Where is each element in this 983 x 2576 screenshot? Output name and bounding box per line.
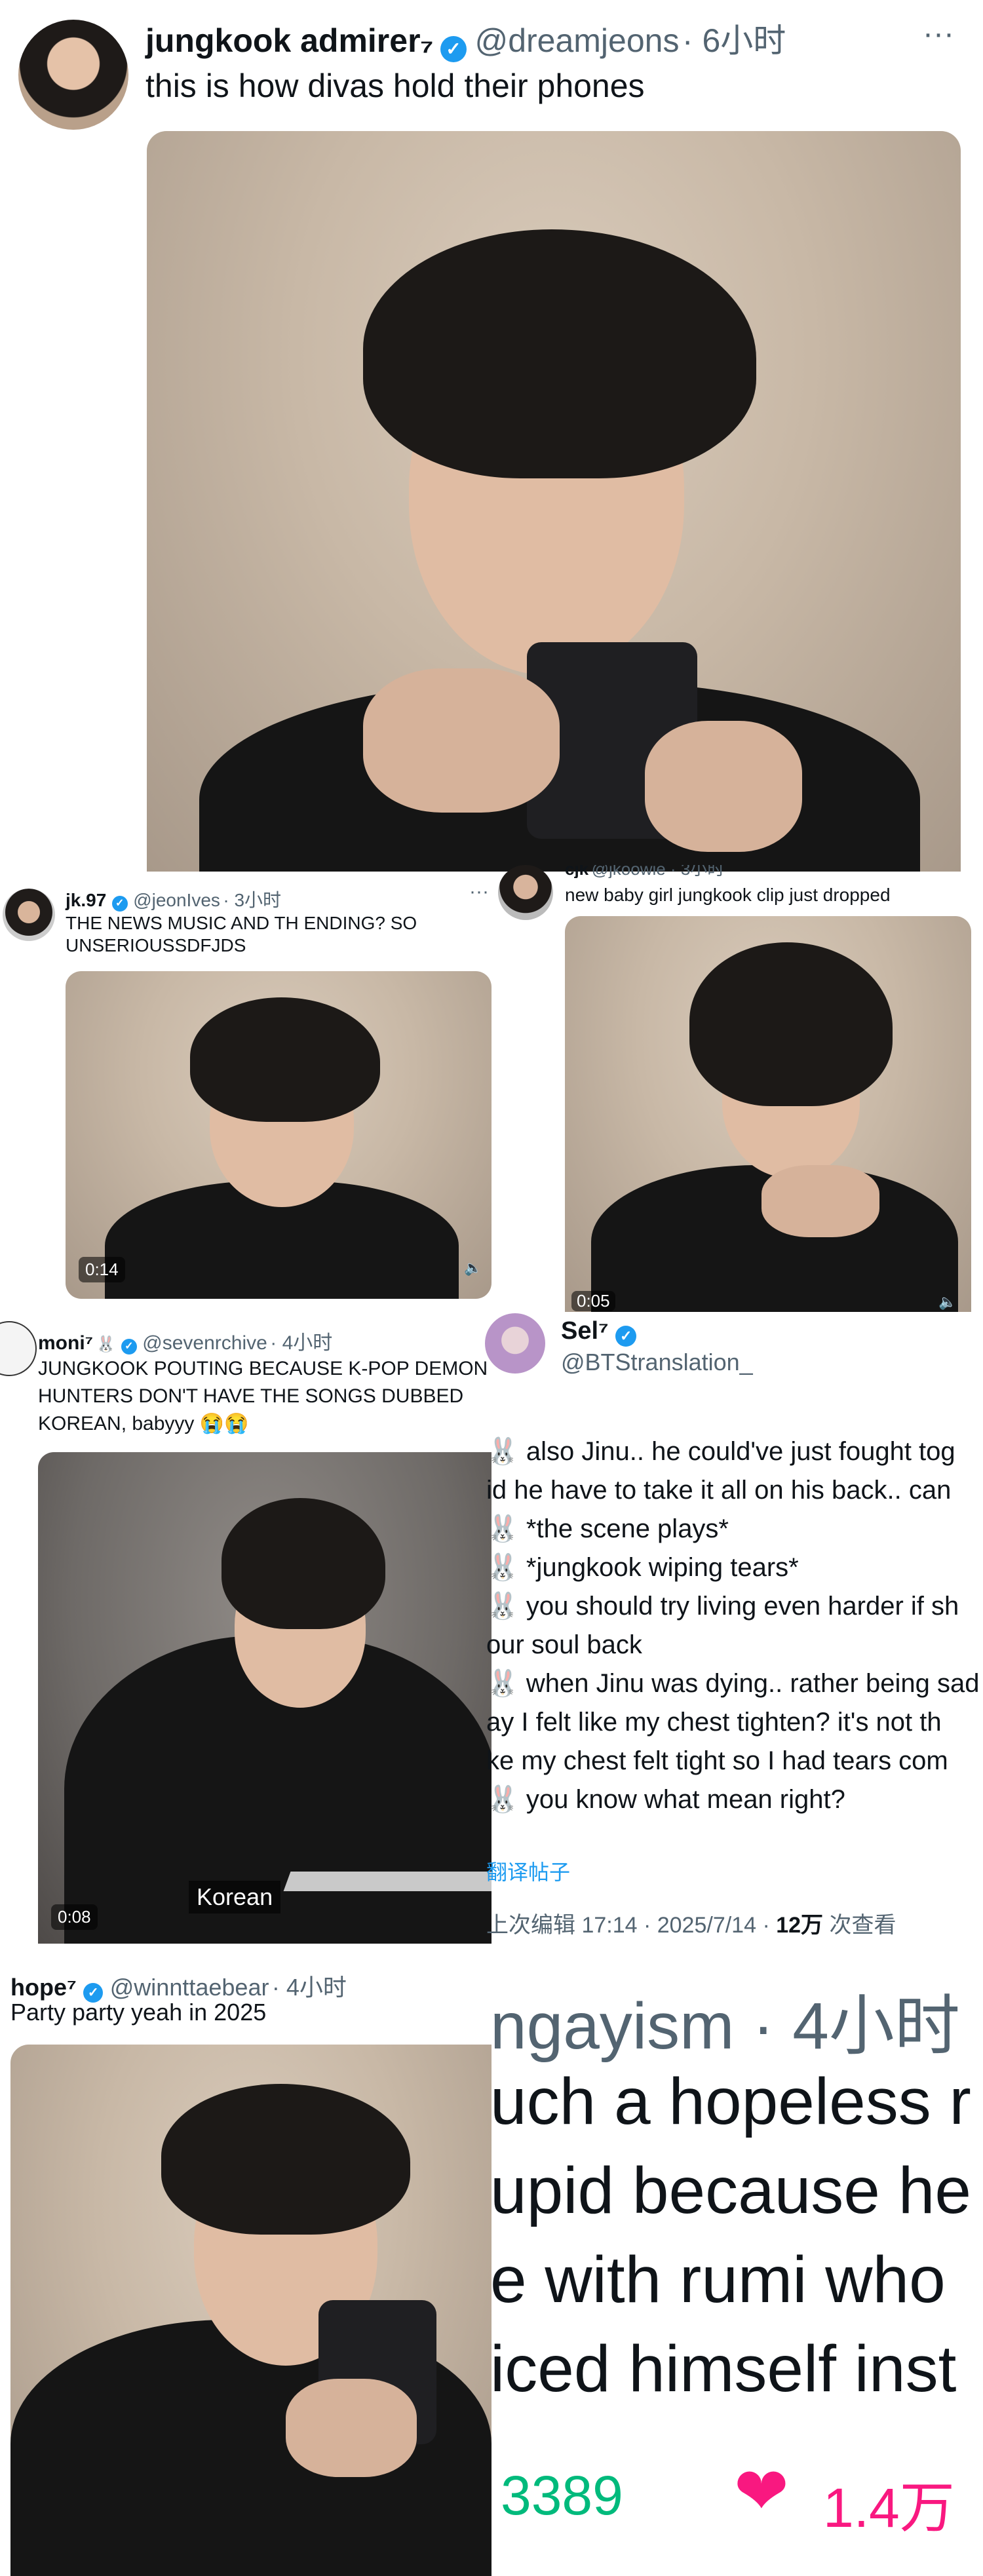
laptop — [283, 1872, 492, 1891]
timestamp[interactable]: · 4小时 — [270, 1332, 332, 1354]
handle[interactable]: @sevenrchive — [142, 1332, 267, 1354]
tweet-text-line: 🐰 when Jinu was dying.. rather being sad — [486, 1669, 980, 1698]
zoom-text-line: ngayism · 4小时 — [490, 1990, 960, 2063]
verified-badge-icon: ✓ — [440, 35, 467, 62]
tweet-text-line: ke my chest felt tight so I had tears co… — [486, 1746, 948, 1775]
display-name[interactable]: Sel⁷ — [561, 1317, 609, 1345]
tweet-header: jk.97 ✓ @jeonIves · 3小时 — [66, 886, 281, 912]
retweet-count[interactable]: 3389 — [501, 2464, 623, 2528]
video-duration: 0:08 — [51, 1904, 98, 1930]
avatar[interactable] — [498, 865, 553, 920]
tweet-text: 🐰 also Jinu.. he could've just fought to… — [486, 1432, 983, 1826]
handle[interactable]: @jkoowie · 3小时 — [592, 865, 725, 878]
tweet-text: this is how divas hold their phones — [145, 67, 645, 104]
tweet-video[interactable]: 0:14 🔈 — [66, 971, 492, 1299]
tweet-header: hope⁷ ✓ @winnttaebear · 4小时 — [10, 1969, 347, 2003]
tweet-photo[interactable] — [10, 2045, 492, 2576]
avatar[interactable] — [0, 1321, 37, 1376]
avatar[interactable] — [18, 20, 128, 130]
display-name[interactable]: jk.97 — [66, 890, 106, 910]
tweet-text-line: 🐰 *jungkook wiping tears* — [486, 1553, 799, 1582]
zoom-text-line: uch a hopeless r — [490, 2065, 971, 2138]
tweet-text-line: 🐰 also Jinu.. he could've just fought to… — [486, 1437, 955, 1466]
zoom-text-line: e with rumi who — [490, 2243, 946, 2316]
tweet-header: Sel⁷ ✓ — [561, 1317, 637, 1347]
timestamp[interactable]: · 4小时 — [272, 1974, 347, 2001]
display-name[interactable]: moni⁷ — [38, 1332, 93, 1354]
tweet-meta: 上次编辑 17:14 · 2025/7/14 · 12万 次查看 — [486, 1907, 896, 1939]
video-duration: 0:14 — [79, 1257, 125, 1282]
edit-timestamp[interactable]: 上次编辑 17:14 · 2025/7/14 · — [486, 1913, 776, 1938]
display-name[interactable]: cjk — [565, 865, 588, 878]
avatar[interactable] — [485, 1313, 545, 1374]
emoji: 🐰 — [96, 1336, 116, 1353]
avatar[interactable] — [3, 889, 55, 941]
heart-icon[interactable]: ❤ — [734, 2459, 789, 2524]
tweet-text-line: KOREAN, babyyy 😭😭 — [38, 1413, 249, 1434]
tweet-video[interactable]: 0:05 🔈 — [565, 916, 971, 1312]
tweet-text-line: id he have to take it all on his back.. … — [486, 1476, 952, 1505]
tweet-video[interactable]: Korean 0:08 — [38, 1452, 492, 1944]
tweet-header: moni⁷ 🐰 ✓ @sevenrchive · 4小时 — [38, 1326, 332, 1355]
tweet-text-line: 🐰 you know what mean right? — [486, 1785, 845, 1814]
tweet-photo[interactable] — [147, 131, 961, 872]
views-label: 次查看 — [823, 1913, 896, 1938]
tweet-text: THE NEWS MUSIC AND TH ENDING? SO UNSERIO… — [66, 913, 417, 955]
handle[interactable]: @dreamjeons — [474, 22, 679, 59]
handle[interactable]: @BTStranslation_ — [561, 1349, 753, 1376]
verified-badge-icon: ✓ — [615, 1325, 637, 1347]
video-caption: Korean — [189, 1881, 281, 1913]
zoom-text-line: upid because he — [490, 2154, 971, 2227]
like-count[interactable]: 1.4万 — [823, 2464, 955, 2543]
tweet-text: new baby girl jungkook clip just dropped — [565, 885, 891, 905]
zoom-text-line: iced himself inst — [490, 2332, 957, 2406]
timestamp[interactable]: · 6小时 — [682, 22, 786, 59]
tweet-header: jungkook admirer₇ ✓ @dreamjeons · 6小时 — [145, 14, 786, 62]
more-options-icon[interactable]: ··· — [469, 881, 489, 903]
views-count: 12万 — [776, 1913, 824, 1938]
tweet-text: JUNGKOOK POUTING BECAUSE K-POP DEMON HUN… — [38, 1355, 490, 1438]
tweet-text-line: ay I felt like my chest tighten? it's no… — [486, 1708, 942, 1737]
tweet-text-line: our soul back — [486, 1630, 642, 1659]
tweet-text-line: JUNGKOOK POUTING BECAUSE K-POP DEMON — [38, 1358, 488, 1379]
verified-badge-icon: ✓ — [111, 895, 128, 912]
verified-badge-icon: ✓ — [121, 1338, 137, 1355]
display-name[interactable]: hope⁷ — [10, 1974, 77, 2001]
volume-icon[interactable]: 🔈 — [464, 1259, 482, 1277]
display-name[interactable]: jungkook admirer₇ — [145, 22, 434, 59]
tweet-header: cjk @jkoowie · 3小时 — [565, 865, 724, 878]
volume-icon[interactable]: 🔈 — [938, 1294, 956, 1311]
handle[interactable]: @jeonIves — [133, 890, 220, 910]
tweet-text-line: HUNTERS DON'T HAVE THE SONGS DUBBED — [38, 1385, 464, 1407]
more-options-icon[interactable]: ··· — [923, 16, 954, 52]
tweet-text-line: 🐰 you should try living even harder if s… — [486, 1592, 959, 1621]
video-duration: 0:05 — [571, 1291, 615, 1311]
timestamp[interactable]: · 3小时 — [223, 890, 281, 910]
translate-post-link[interactable]: 翻译帖子 — [486, 1856, 570, 1886]
handle[interactable]: @winnttaebear — [110, 1974, 269, 2001]
tweet-text: Party party yeah in 2025 — [10, 1999, 267, 2026]
tweet-text-line: 🐰 *the scene plays* — [486, 1514, 729, 1543]
